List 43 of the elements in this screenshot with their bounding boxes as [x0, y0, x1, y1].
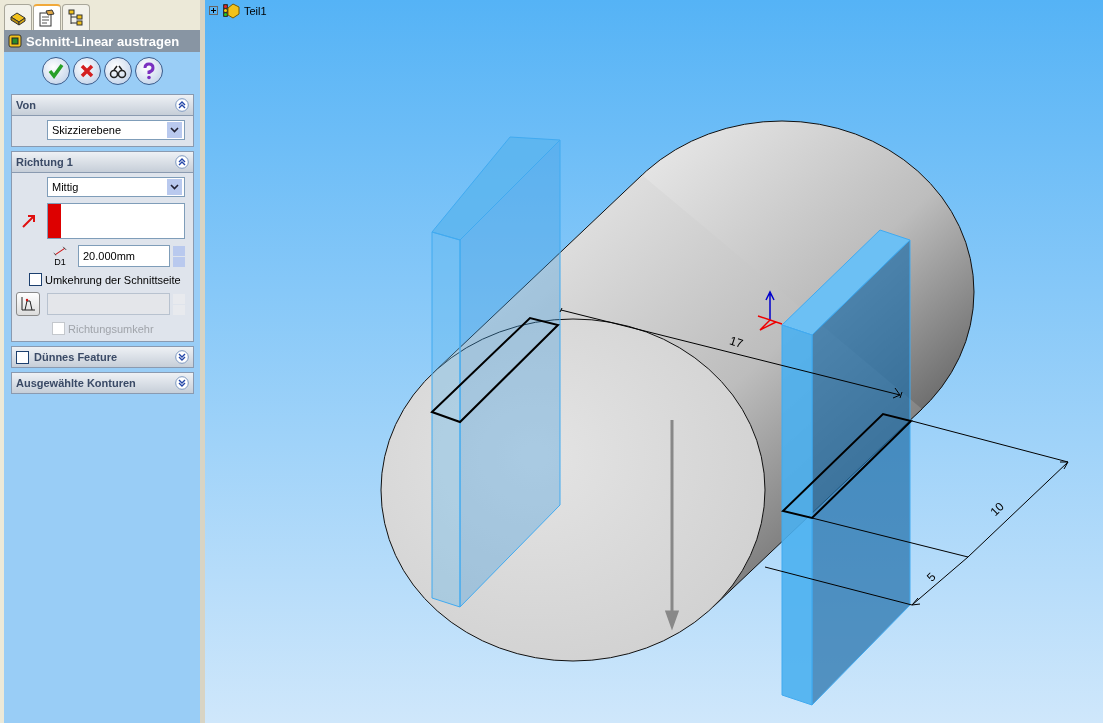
preview-button[interactable] — [103, 57, 132, 85]
checkbox[interactable] — [29, 273, 42, 286]
collapse-icon[interactable] — [175, 98, 189, 112]
section-header[interactable]: Richtung 1 — [11, 151, 194, 173]
dropdown[interactable]: Skizzierebene — [47, 120, 185, 140]
section-title: Dünnes Feature — [34, 351, 119, 363]
panel-title: Schnitt-Linear austragen — [26, 33, 180, 49]
cancel-button[interactable] — [72, 57, 101, 85]
section-header[interactable]: Dünnes Feature — [11, 346, 194, 368]
checkbox-label: Richtungsumkehr — [68, 322, 154, 335]
clipboard-icon — [38, 9, 56, 27]
dropdown[interactable]: Mittig — [47, 177, 185, 197]
expand-icon[interactable] — [209, 6, 218, 15]
spin-field[interactable]: 20.000mm — [78, 245, 170, 267]
section-header[interactable]: Von — [11, 94, 194, 116]
dimension-value: 10 — [987, 499, 1007, 519]
depth-icon — [53, 245, 67, 257]
help-button[interactable] — [134, 57, 163, 85]
panel-tab[interactable] — [33, 4, 61, 30]
section-title: Von — [16, 99, 37, 111]
tree-item[interactable]: Teil1 — [244, 4, 267, 17]
draft-button[interactable] — [16, 292, 40, 316]
section-title: Ausgewählte Konturen — [16, 377, 137, 389]
panel-tab[interactable] — [62, 4, 90, 30]
section-header[interactable]: Ausgewählte Konturen — [11, 372, 194, 394]
ok-button[interactable] — [41, 57, 70, 85]
feature-icon — [8, 34, 22, 48]
checkbox-label: Umkehrung der Schnittseite — [45, 273, 181, 286]
expand-icon[interactable] — [175, 376, 189, 390]
expand-icon[interactable] — [175, 350, 189, 364]
panel-tab[interactable] — [4, 4, 32, 30]
checkbox[interactable] — [16, 350, 29, 364]
dimension-value: 5 — [923, 569, 939, 585]
dimension-value: 17 — [727, 333, 745, 351]
dimension-symbol: D1 — [54, 256, 66, 267]
checkmark-icon — [46, 62, 65, 80]
section-title: Richtung 1 — [16, 156, 74, 168]
draft-icon — [20, 296, 36, 312]
part-icon — [222, 2, 240, 19]
triad-icon — [757, 290, 783, 331]
selection-box[interactable] — [47, 203, 185, 239]
hierarchy-icon — [67, 8, 85, 27]
collapse-icon[interactable] — [175, 155, 189, 169]
